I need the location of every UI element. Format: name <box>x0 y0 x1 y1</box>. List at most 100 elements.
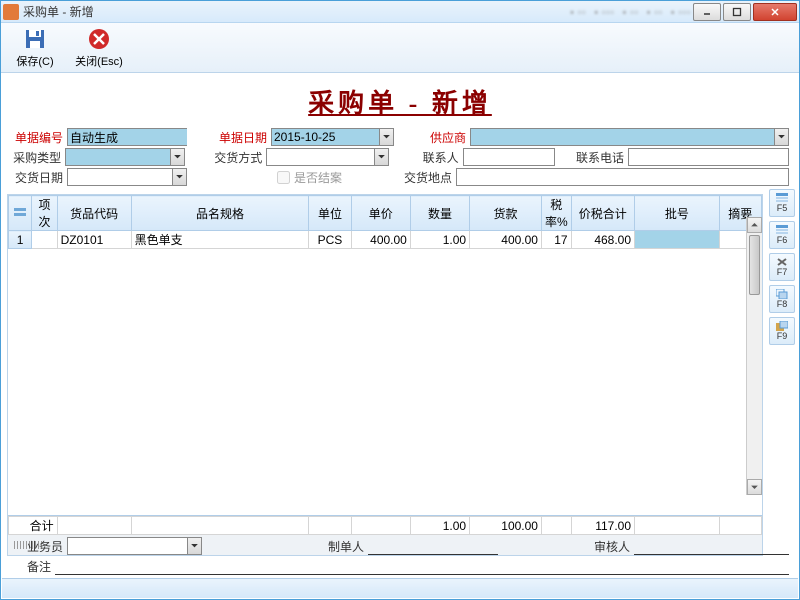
doc-date-field[interactable] <box>271 128 394 146</box>
cell-price[interactable]: 400.00 <box>351 231 410 249</box>
scroll-up-button[interactable] <box>747 217 762 233</box>
label-daddr: 交货地点 <box>400 169 456 186</box>
scroll-thumb[interactable] <box>749 235 760 295</box>
col-header-handle[interactable] <box>9 196 32 231</box>
scroll-down-button[interactable] <box>747 479 762 495</box>
close-window-button[interactable] <box>753 3 797 21</box>
contact-input[interactable] <box>463 148 555 166</box>
page-title: 采购单 - 新增 <box>1 83 799 120</box>
toolbar: 保存(C) 关闭(Esc) <box>1 23 799 73</box>
label-remark: 备注 <box>11 558 55 575</box>
table-row[interactable]: 1 DZ0101 黑色单支 PCS 400.00 1.00 400.00 17 … <box>9 231 762 249</box>
daddr-input[interactable] <box>456 168 789 186</box>
cell-code[interactable]: DZ0101 <box>57 231 131 249</box>
label-doc-no: 单据编号 <box>11 129 67 146</box>
label-operator: 业务员 <box>11 538 67 555</box>
label-doc-date: 单据日期 <box>215 129 271 146</box>
col-code[interactable]: 货品代码 <box>57 196 131 231</box>
sum-label: 合计 <box>9 517 58 535</box>
ddate-input[interactable] <box>67 168 172 186</box>
form-area: 单据编号 单据日期 供应商 采购类型 交货方式 联系人 联系电话 交货日期 <box>1 128 799 192</box>
data-grid[interactable]: 项次 货品代码 品名规格 单位 单价 数量 货款 税率% 价税合计 批号 摘要 … <box>8 195 762 249</box>
close-icon <box>87 27 111 51</box>
cell-name[interactable]: 黑色单支 <box>131 231 309 249</box>
chevron-down-icon[interactable] <box>187 537 202 555</box>
col-unit[interactable]: 单位 <box>309 196 351 231</box>
cell-total[interactable]: 468.00 <box>571 231 634 249</box>
row-num[interactable]: 1 <box>9 231 32 249</box>
col-seq[interactable]: 项次 <box>32 196 57 231</box>
bottom-form: 业务员 制单人 审核人 备注 <box>1 533 799 579</box>
maker-value <box>368 537 498 555</box>
doc-date-input[interactable] <box>271 128 379 146</box>
label-phone: 联系电话 <box>574 149 628 166</box>
supplier-input[interactable] <box>470 128 774 146</box>
label-contact: 联系人 <box>408 149 462 166</box>
chevron-down-icon[interactable] <box>170 148 185 166</box>
col-name[interactable]: 品名规格 <box>131 196 309 231</box>
col-price[interactable]: 单价 <box>351 196 410 231</box>
label-reviewer: 审核人 <box>578 538 634 555</box>
cell-seq[interactable] <box>32 231 57 249</box>
label-ddate: 交货日期 <box>11 169 67 186</box>
side-f9-button[interactable]: F9 <box>769 317 795 345</box>
cell-batch[interactable] <box>635 231 720 249</box>
operator-input[interactable] <box>67 537 187 555</box>
chevron-down-icon[interactable] <box>774 128 789 146</box>
grid-scroll[interactable]: 项次 货品代码 品名规格 单位 单价 数量 货款 税率% 价税合计 批号 摘要 … <box>8 195 762 515</box>
close-label: 关闭(Esc) <box>75 53 123 69</box>
vertical-scrollbar[interactable] <box>746 217 762 495</box>
sum-total: 117.00 <box>571 517 634 535</box>
close-button[interactable]: 关闭(Esc) <box>69 25 129 70</box>
minimize-button[interactable] <box>693 3 721 21</box>
side-f7-button[interactable]: F7 <box>769 253 795 281</box>
grid-icon <box>776 225 788 235</box>
label-ptype: 采购类型 <box>11 149 65 166</box>
ddate-field[interactable] <box>67 168 187 186</box>
ptype-input[interactable] <box>65 148 170 166</box>
grid-area: 项次 货品代码 品名规格 单位 单价 数量 货款 税率% 价税合计 批号 摘要 … <box>7 194 763 556</box>
closed-label: 是否结案 <box>294 169 342 186</box>
maximize-button[interactable] <box>723 3 751 21</box>
dmethod-field[interactable] <box>266 148 389 166</box>
grid-icon <box>776 193 788 203</box>
copy-icon <box>776 289 788 299</box>
supplier-field[interactable] <box>470 128 789 146</box>
label-supplier: 供应商 <box>414 129 470 146</box>
delete-icon <box>776 257 788 267</box>
cell-amount[interactable]: 400.00 <box>470 231 542 249</box>
cell-qty[interactable]: 1.00 <box>410 231 469 249</box>
operator-field[interactable] <box>67 537 202 555</box>
dmethod-input[interactable] <box>266 148 374 166</box>
titlebar[interactable]: 采购单 - 新增 ▪ ▫▫▪ ▫▫▫▪ ▫▫▪ ▫▫▪ ▫▫▫ <box>1 1 799 23</box>
phone-input[interactable] <box>628 148 789 166</box>
save-button[interactable]: 保存(C) <box>5 25 65 70</box>
side-f8-button[interactable]: F8 <box>769 285 795 313</box>
col-total[interactable]: 价税合计 <box>571 196 634 231</box>
window-controls <box>691 3 797 21</box>
col-amount[interactable]: 货款 <box>470 196 542 231</box>
chevron-down-icon[interactable] <box>172 168 187 186</box>
window-title: 采购单 - 新增 <box>23 3 554 20</box>
chevron-down-icon[interactable] <box>374 148 389 166</box>
paste-icon <box>776 321 788 331</box>
chevron-down-icon[interactable] <box>379 128 394 146</box>
statusbar <box>2 578 798 598</box>
save-icon <box>23 27 47 51</box>
doc-no-field[interactable] <box>67 128 187 146</box>
label-maker: 制单人 <box>312 538 368 555</box>
ptype-field[interactable] <box>65 148 185 166</box>
side-f6-button[interactable]: F6 <box>769 221 795 249</box>
cell-rate[interactable]: 17 <box>541 231 571 249</box>
col-qty[interactable]: 数量 <box>410 196 469 231</box>
col-batch[interactable]: 批号 <box>635 196 720 231</box>
sum-qty: 1.00 <box>410 517 469 535</box>
side-f5-button[interactable]: F5 <box>769 189 795 217</box>
app-icon <box>3 4 19 20</box>
side-toolbar: F5 F6 F7 F8 F9 <box>769 189 795 345</box>
col-rate[interactable]: 税率% <box>541 196 571 231</box>
remark-value[interactable] <box>55 557 789 575</box>
closed-checkbox-input <box>277 171 290 184</box>
doc-no-input[interactable] <box>67 128 187 146</box>
cell-unit[interactable]: PCS <box>309 231 351 249</box>
